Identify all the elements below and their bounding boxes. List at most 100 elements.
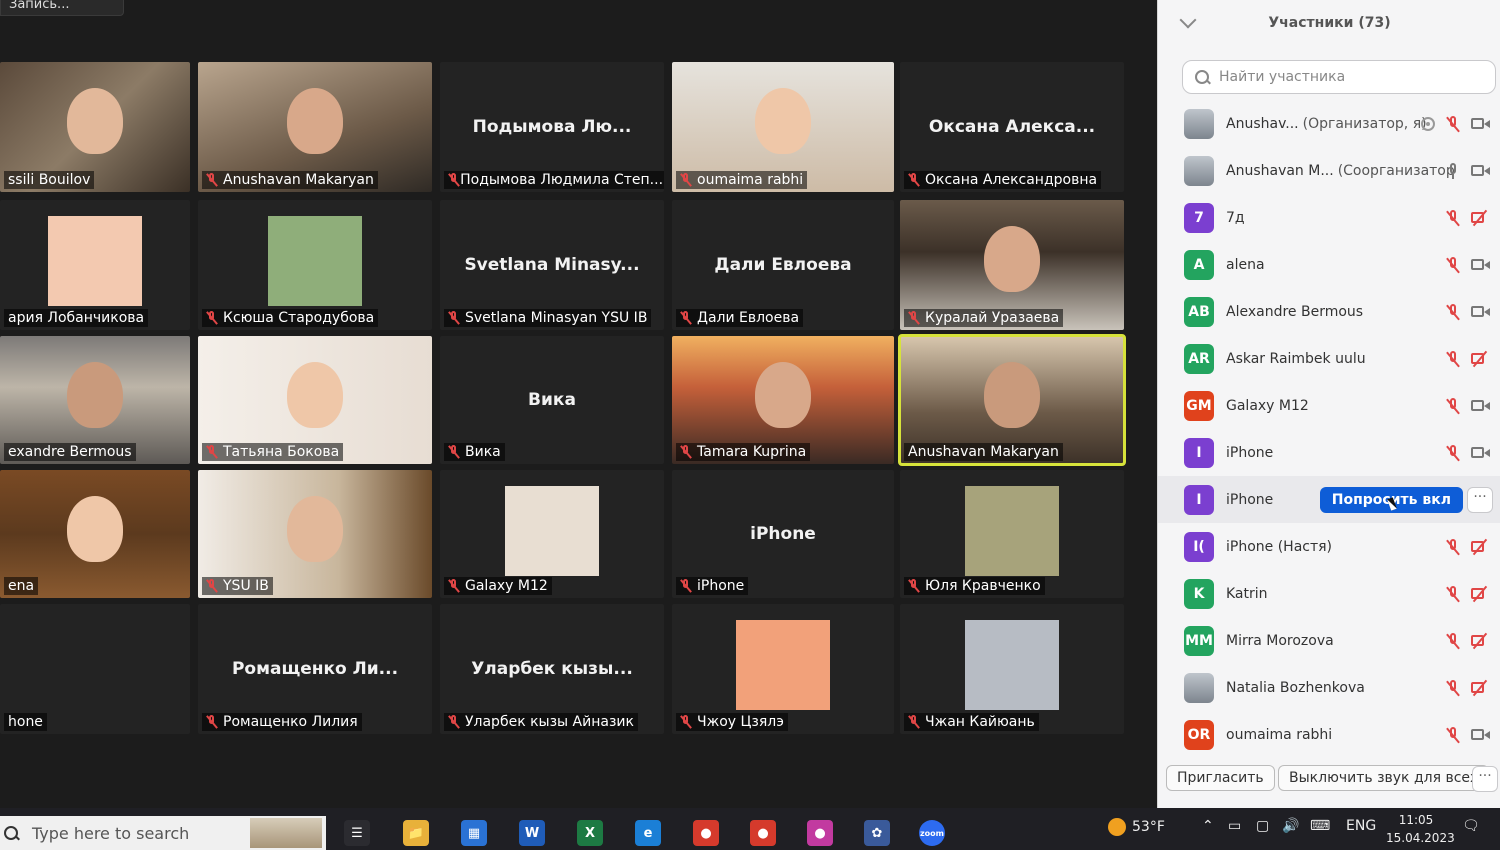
video-tile[interactable]: Svetlana Minasy... Svetlana Minasyan YSU … (440, 200, 664, 330)
video-tile[interactable]: Уларбек кызы... Уларбек кызы Айназик (440, 604, 664, 734)
video-tile[interactable]: Ксюша Стародубова (198, 200, 432, 330)
camera-icon[interactable] (1471, 258, 1491, 272)
tray-network-icon[interactable]: ▭ (1228, 818, 1241, 834)
participant-row[interactable]: Aalena (1158, 241, 1500, 288)
mic-off-icon[interactable] (1445, 115, 1461, 133)
video-tile[interactable]: hone (0, 604, 190, 734)
camera-off-icon[interactable] (1471, 679, 1491, 696)
mic-icon[interactable] (1445, 162, 1461, 180)
camera-off-icon[interactable] (1471, 632, 1491, 649)
participant-row[interactable]: GM Galaxy M12 (1158, 382, 1500, 429)
participant-row[interactable]: IiPhone Попросить вкл ··· (1158, 476, 1500, 523)
taskbar-app-icon[interactable]: ☰ (344, 820, 370, 846)
video-tile[interactable]: Anushavan Makaryan (898, 334, 1126, 466)
video-tile[interactable]: Куралай Уразаева (900, 200, 1124, 330)
tile-name-label: oumaima rabhi (676, 171, 808, 189)
participant-row[interactable]: IiPhone (1158, 429, 1500, 476)
recording-badge[interactable]: Запись... (0, 0, 124, 16)
video-tile[interactable]: Чжоу Цзялэ (672, 604, 894, 734)
video-tile[interactable]: Ромащенко Ли... Ромащенко Лилия (198, 604, 432, 734)
mic-off-icon[interactable] (1445, 303, 1461, 321)
video-tile[interactable]: Подымова Лю... Подымова Людмила Степ... (440, 62, 664, 192)
video-tile[interactable]: iPhone iPhone (672, 470, 894, 598)
tray-chevron-icon[interactable]: ⌃ (1202, 818, 1214, 834)
mic-off-icon[interactable] (1445, 397, 1461, 415)
camera-off-icon[interactable] (1471, 350, 1491, 367)
taskbar-app-icon[interactable]: e (635, 820, 661, 846)
mic-off-icon[interactable] (1445, 726, 1461, 744)
taskbar-clock[interactable]: 11:05 15.04.2023 (1386, 808, 1455, 847)
language-indicator[interactable]: ENG (1346, 818, 1376, 834)
participant-more-button[interactable]: ··· (1467, 486, 1493, 513)
taskbar-search[interactable]: Type here to search (0, 816, 326, 850)
camera-icon[interactable] (1471, 399, 1491, 413)
participant-row[interactable]: MM Mirra Morozova (1158, 617, 1500, 664)
video-tile[interactable]: Вика Вика (440, 336, 664, 464)
video-tile[interactable]: Юля Кравченко (900, 470, 1124, 598)
mic-off-icon[interactable] (1445, 350, 1461, 368)
taskbar-app-icon[interactable]: X (577, 820, 603, 846)
taskbar-app-icon[interactable]: W (519, 820, 545, 846)
participant-name: Anushav... (Организатор, я) (1226, 116, 1427, 132)
video-tile[interactable]: Дали Евлоева Дали Евлоева (672, 200, 894, 330)
participant-row[interactable]: OR oumaima rabhi (1158, 711, 1500, 758)
participant-row[interactable]: 7 7д (1158, 194, 1500, 241)
mic-off-icon[interactable] (1445, 538, 1461, 556)
mute-all-button[interactable]: Выключить звук для всех (1278, 765, 1490, 791)
camera-icon[interactable] (1471, 305, 1491, 319)
weather-widget[interactable]: 53°F (1108, 818, 1165, 836)
volume-icon[interactable]: 🔊 (1282, 818, 1299, 834)
mic-off-icon[interactable] (1445, 209, 1461, 227)
mic-off-icon[interactable] (1445, 256, 1461, 274)
participant-row[interactable]: Anushav... (Организатор, я) (1158, 100, 1500, 147)
video-tile[interactable]: oumaima rabhi (672, 62, 894, 192)
video-tile[interactable]: ssili Bouilov (0, 62, 190, 192)
search-input[interactable] (1217, 68, 1481, 86)
taskbar-app-icon[interactable]: ● (750, 820, 776, 846)
taskbar-app-icon[interactable]: 📁 (403, 820, 429, 846)
participant-row[interactable]: Natalia Bozhenkova (1158, 664, 1500, 711)
video-tile[interactable]: Tamara Kuprina (672, 336, 894, 464)
mic-off-icon[interactable] (1445, 679, 1461, 697)
video-tile[interactable]: Чжан Кайюань (900, 604, 1124, 734)
video-tile[interactable]: ария Лобанчикова (0, 200, 190, 330)
participant-name-text: Katrin (1226, 585, 1268, 602)
mic-off-icon[interactable] (1445, 585, 1461, 603)
participant-row[interactable]: I(iPhone (Настя) (1158, 523, 1500, 570)
more-options-button[interactable]: ··· (1472, 766, 1498, 792)
camera-icon[interactable] (1471, 117, 1491, 131)
video-tile[interactable]: Anushavan Makaryan (198, 62, 432, 192)
video-tile[interactable]: YSU IB (198, 470, 432, 598)
participant-row[interactable]: K Katrin (1158, 570, 1500, 617)
participant-row[interactable]: AB Alexandre Bermous (1158, 288, 1500, 335)
participant-search[interactable] (1182, 60, 1496, 94)
mic-off-icon[interactable] (1445, 444, 1461, 462)
taskbar-app-icon[interactable]: ✿ (864, 820, 890, 846)
video-tile[interactable]: Татьяна Бокова (198, 336, 432, 464)
mic-off-icon[interactable] (1445, 632, 1461, 650)
video-tile[interactable]: exandre Bermous (0, 336, 190, 464)
taskbar-app-icon[interactable]: ● (693, 820, 719, 846)
camera-icon[interactable] (1471, 728, 1491, 742)
taskbar-app-icon[interactable]: ▦ (461, 820, 487, 846)
taskbar-app-icon[interactable]: ● (807, 820, 833, 846)
video-tile[interactable]: ena (0, 470, 190, 598)
camera-off-icon[interactable] (1471, 209, 1491, 226)
notification-icon[interactable]: 🗨 (1462, 818, 1480, 834)
tile-name-label: Куралай Уразаева (904, 309, 1064, 327)
participant-row[interactable]: AR Askar Raimbek uulu (1158, 335, 1500, 382)
keyboard-icon[interactable]: ⌨ (1310, 818, 1330, 834)
video-tile[interactable]: Оксана Алекса... Оксана Александровна (900, 62, 1124, 192)
camera-off-icon[interactable] (1471, 585, 1491, 602)
tile-display-name: Svetlana Minasy... (464, 254, 640, 275)
camera-icon[interactable] (1471, 446, 1491, 460)
taskbar-app-icon[interactable]: zoom (919, 820, 945, 846)
participant-row[interactable]: Anushavan M... (Соорганизатор) (1158, 147, 1500, 194)
video-tile[interactable]: Galaxy M12 (440, 470, 664, 598)
tile-name-label: ena (4, 577, 39, 595)
tray-display-icon[interactable]: ▢ (1256, 818, 1269, 834)
camera-off-icon[interactable] (1471, 538, 1491, 555)
camera-icon[interactable] (1471, 164, 1491, 178)
invite-button[interactable]: Пригласить (1166, 765, 1275, 791)
tile-name-label: Galaxy M12 (444, 577, 552, 595)
